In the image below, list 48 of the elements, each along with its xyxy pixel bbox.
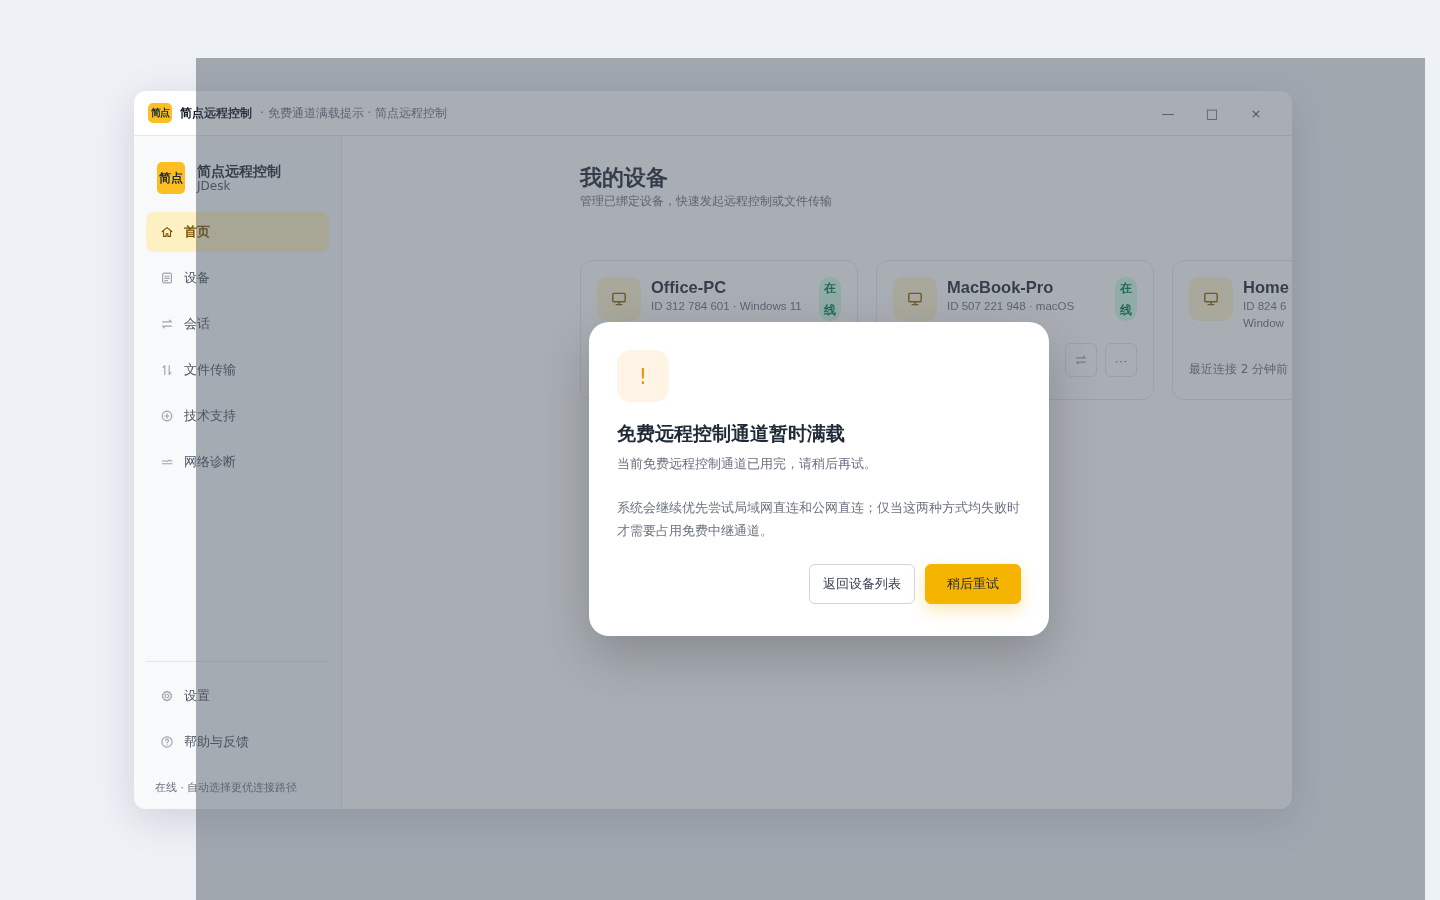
window-subtitle: · 免费通道满载提示 · 简点远程控制 <box>260 104 448 122</box>
nav-item[interactable]: 会话 <box>146 304 329 344</box>
device-name: MacBook-Pro <box>947 277 1055 297</box>
monitor-icon <box>906 290 924 308</box>
nav-item[interactable]: 设备 <box>146 258 329 298</box>
app-subtitle: JDesk <box>197 179 232 193</box>
app-logo: 简点 <box>148 103 172 123</box>
nav-item[interactable]: 设置 <box>146 676 329 716</box>
home-icon <box>160 225 174 239</box>
swap-arrows-icon <box>160 317 174 331</box>
device-meta: ID 507 221 948 · macOS <box>947 299 1076 314</box>
page-subtitle: 管理已绑定设备，快速发起远程控制或文件传输 <box>580 193 833 210</box>
maximize-button[interactable]: □ <box>1190 98 1234 128</box>
retry-button[interactable]: 稍后重试 <box>925 564 1021 604</box>
nav-item[interactable]: 文件传输 <box>146 350 329 390</box>
dialog-title: 免费远程控制通道暂时满载 <box>617 421 846 446</box>
nav-item[interactable]: 网络诊断 <box>146 442 329 482</box>
device-name: Home <box>1243 277 1290 297</box>
monitor-icon <box>1202 290 1220 308</box>
nav-item[interactable]: 首页 <box>146 212 329 252</box>
monitor-icon <box>610 290 628 308</box>
app-name: 简点远程控制 <box>197 163 281 179</box>
device-meta: ID 824 6 <box>1243 299 1288 314</box>
device-card[interactable]: Home ID 824 6 Window 最近连接 2 分钟前 <box>1172 260 1292 400</box>
swap-arrows-icon <box>1074 353 1088 367</box>
status-badge: 在线 <box>819 277 841 321</box>
page-title: 我的设备 <box>580 164 669 192</box>
back-button[interactable]: 返回设备列表 <box>809 564 915 604</box>
transfer-button[interactable] <box>1065 343 1097 377</box>
help-icon <box>160 735 174 749</box>
minimize-button[interactable]: — <box>1146 98 1190 128</box>
plus-circle-icon <box>160 409 174 423</box>
app-logo: 简点 <box>157 162 185 194</box>
device-name: Office-PC <box>651 277 728 297</box>
nav-item[interactable]: 技术支持 <box>146 396 329 436</box>
last-connected: 最近连接 2 分钟前 <box>1189 361 1290 378</box>
dialog-detail: 系统会继续优先尝试局域网直连和公网直连；仅当这两种方式均失败时才需要占用免费中继通道。 <box>617 499 1021 540</box>
warning-icon: ! <box>617 350 669 402</box>
dialog-message: 当前免费远程控制通道已用完，请稍后再试。 <box>617 455 878 473</box>
device-meta: ID 312 784 601 · Windows 11 <box>651 299 803 314</box>
more-button[interactable]: ··· <box>1105 343 1137 377</box>
device-meta: Window <box>1243 316 1285 331</box>
status-badge: 在线 <box>1115 277 1137 321</box>
gear-icon <box>160 689 174 703</box>
document-icon <box>160 271 174 285</box>
nav-item[interactable]: 帮助与反馈 <box>146 722 329 762</box>
up-down-arrows-icon <box>160 363 174 377</box>
close-button[interactable]: × <box>1234 98 1278 128</box>
